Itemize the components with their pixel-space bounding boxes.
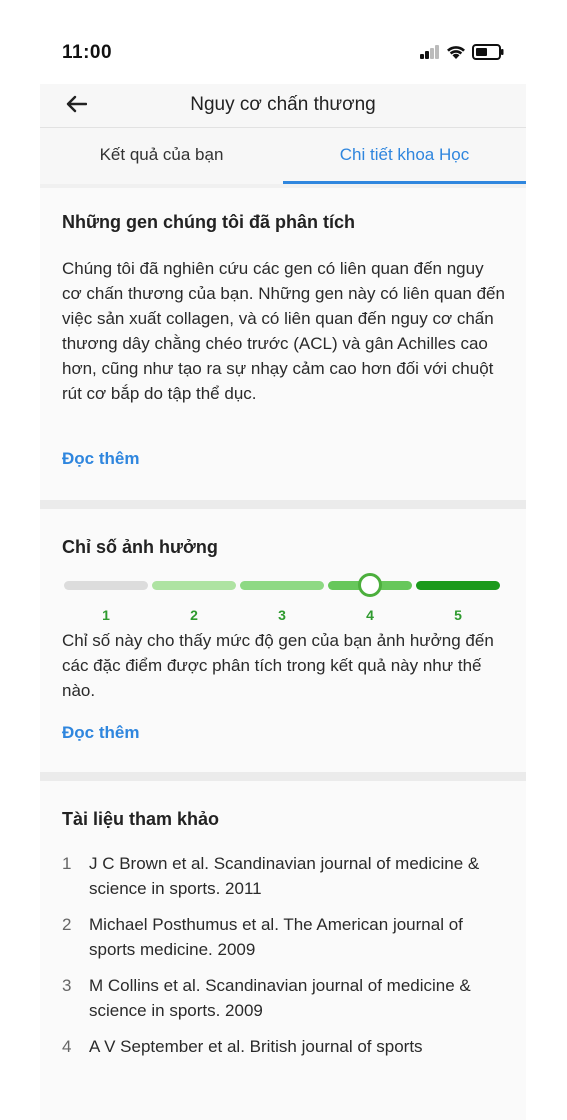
app-header: Nguy cơ chấn thương [40,84,526,128]
genes-section: Những gen chúng tôi đã phân tích Chúng t… [40,188,526,500]
tab-science-details[interactable]: Chi tiết khoa Học [283,128,526,184]
reference-text: J C Brown et al. Scandinavian journal of… [89,854,480,898]
genes-section-title: Những gen chúng tôi đã phân tích [62,212,356,232]
tab-bar: Kết quả của bạn Chi tiết khoa Học [40,128,526,184]
page-title: Nguy cơ chấn thương [190,94,376,115]
reference-item[interactable]: 2 Michael Posthumus et al. The American … [62,912,507,962]
genes-read-more-link[interactable]: Đọc thêm [62,449,139,469]
genes-section-body: Chúng tôi đã nghiên cứu các gen có liên … [62,259,505,403]
scale-label-2: 2 [190,607,198,623]
impact-index-title: Chỉ số ảnh hưởng [62,537,218,557]
references-section: Tài liệu tham khảo 1 J C Brown et al. Sc… [40,781,526,1120]
scale-label-1: 1 [102,607,110,623]
reference-number: 3 [62,976,72,995]
status-bar: 11:00 [40,0,526,84]
scale-segment-2 [152,581,236,590]
section-divider [40,772,526,781]
scale-segment-3 [240,581,324,590]
scale-label-4: 4 [366,607,374,623]
impact-scale: 1 2 3 4 5 [62,571,502,625]
scale-segment-1 [64,581,148,590]
references-title: Tài liệu tham khảo [62,809,220,829]
app-screen: 11:00 Nguy cơ chấn thương Kết quả của bạ… [40,0,526,1120]
reference-text: M Collins et al. Scandinavian journal of… [89,976,471,1020]
tab-label: Kết quả của bạn [99,145,224,164]
impact-index-body: Chỉ số này cho thấy mức độ gen của bạn ả… [62,631,494,700]
cellular-signal-icon [420,45,440,64]
reference-text: A V September et al. British journal of … [89,1037,423,1056]
section-divider [40,500,526,509]
reference-number: 1 [62,854,72,873]
reference-item[interactable]: 1 J C Brown et al. Scandinavian journal … [62,851,507,901]
battery-icon [472,44,504,65]
scale-indicator-knob [358,573,382,597]
impact-index-section: Chỉ số ảnh hưởng 1 2 3 4 5 Chỉ số này ch… [40,509,526,772]
status-time: 11:00 [62,42,113,63]
reference-list: 1 J C Brown et al. Scandinavian journal … [62,851,507,1070]
reference-number: 2 [62,915,72,934]
reference-item[interactable]: 4 A V September et al. British journal o… [62,1034,507,1059]
tab-your-results[interactable]: Kết quả của bạn [40,128,283,184]
reference-number: 4 [62,1037,72,1056]
scale-label-5: 5 [454,607,462,623]
impact-read-more-link[interactable]: Đọc thêm [62,723,139,743]
reference-item[interactable]: 3 M Collins et al. Scandinavian journal … [62,973,507,1023]
status-icons [420,44,504,65]
scale-segment-5 [416,581,500,590]
scale-label-3: 3 [278,607,286,623]
wifi-icon [446,45,466,65]
reference-text: Michael Posthumus et al. The American jo… [89,915,463,959]
tab-label: Chi tiết khoa Học [339,145,470,164]
